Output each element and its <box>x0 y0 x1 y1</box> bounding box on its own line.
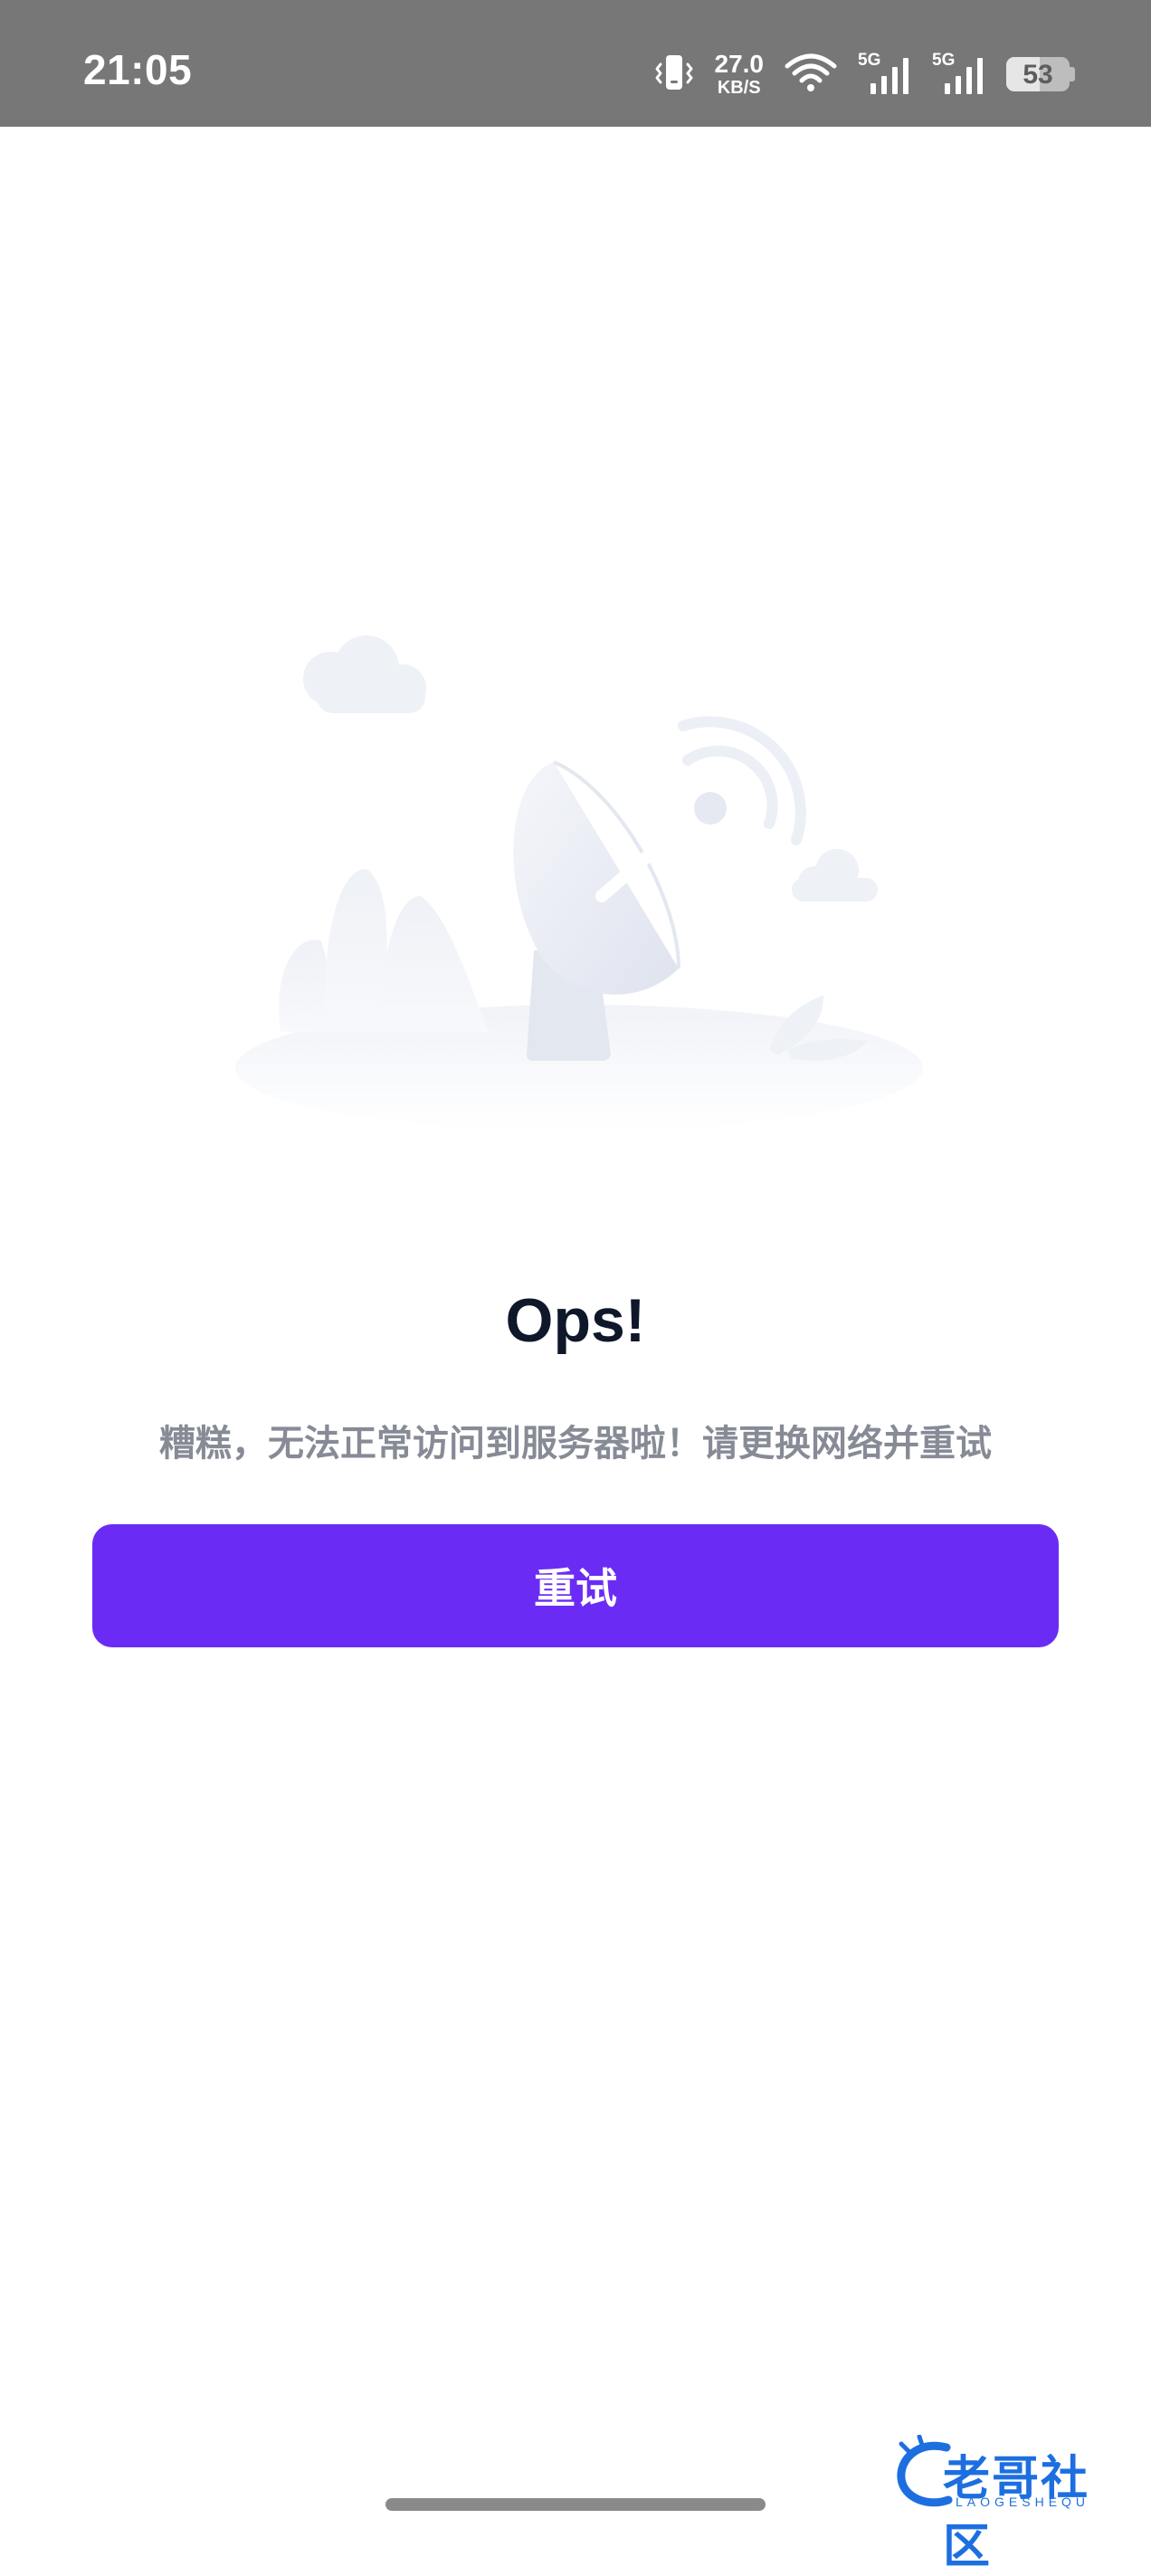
battery: 53 <box>1006 57 1070 91</box>
cloud-icon <box>792 849 878 902</box>
bush-icon <box>279 869 489 1032</box>
status-icons: 27.0 KB/S 5G 5G 53 <box>653 50 1075 98</box>
signal-icon: 5G <box>858 51 912 96</box>
watermark-logo: 老哥社区 LAOGESHEQU <box>892 2435 1137 2574</box>
wifi-icon <box>784 52 838 98</box>
status-time: 21:05 <box>83 46 193 93</box>
signal-wave-icon <box>678 716 806 845</box>
battery-tip <box>1070 67 1075 81</box>
signal-icon: 5G <box>932 51 986 96</box>
battery-level: 53 <box>1023 60 1053 90</box>
error-message: 糟糕，无法正常访问到服务器啦！请更换网络并重试 <box>159 1423 992 1465</box>
battery-icon: 53 <box>1006 57 1075 91</box>
network-speed-value: 27.0 <box>714 50 765 78</box>
watermark-subtext: LAOGESHEQU <box>956 2495 1090 2509</box>
satellite-dish-illustration <box>235 635 923 1131</box>
dish-icon <box>513 760 727 995</box>
retry-button[interactable]: 重试 <box>92 1524 1059 1647</box>
status-bar: 21:05 27.0 KB/S 5G 5G 53 <box>0 0 1151 127</box>
error-title: Ops! <box>505 1286 646 1355</box>
home-indicator[interactable] <box>385 2498 766 2511</box>
network-speed-unit: KB/S <box>717 78 761 98</box>
cloud-icon <box>303 635 426 713</box>
vibrate-icon <box>653 52 695 98</box>
network-speed: 27.0 KB/S <box>714 50 765 98</box>
